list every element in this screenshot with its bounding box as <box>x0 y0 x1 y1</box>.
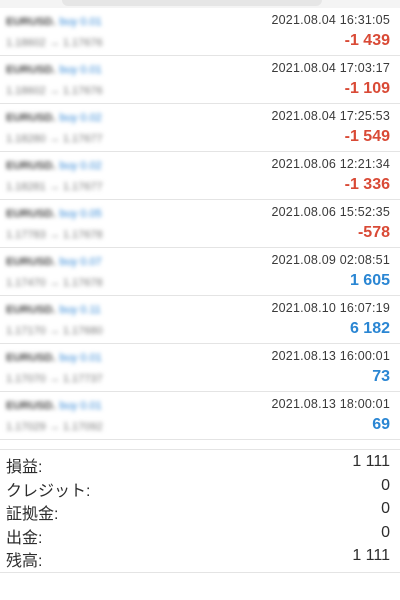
summary-credit-row: クレジット: 0 <box>0 474 400 500</box>
trade-symbol: EURUSD. <box>6 352 56 364</box>
trade-side: buy 0.05 <box>59 208 102 220</box>
trade-prices: 1.17070 → 1.17737 <box>6 373 103 385</box>
trade-side: buy 0.01 <box>59 400 102 412</box>
summary-balance-row: 残高: 1 111 <box>0 544 400 570</box>
trade-symbol: EURUSD. <box>6 256 56 268</box>
trade-profit: -1 336 <box>344 176 390 193</box>
summary-profit-row: 損益: 1 111 <box>0 450 400 476</box>
top-bar <box>0 0 400 8</box>
trade-profit: 6 182 <box>349 320 390 337</box>
trade-symbol-line: EURUSD. buy 0.11 <box>6 303 101 317</box>
trade-side: buy 0.01 <box>59 352 102 364</box>
trade-row[interactable]: EURUSD. buy 0.01 1.18602 → 1.17676 2021.0… <box>0 56 400 104</box>
trade-profit: 1 605 <box>349 272 390 289</box>
summary-deposit-value: 0 <box>381 500 390 517</box>
trade-row[interactable]: EURUSD. buy 0.01 1.18602 → 1.17676 2021.0… <box>0 8 400 56</box>
trade-symbol-line: EURUSD. buy 0.01 <box>6 63 102 77</box>
trade-symbol-line: EURUSD. buy 0.01 <box>6 351 102 365</box>
trade-symbol-line: EURUSD. buy 0.07 <box>6 255 102 269</box>
trade-symbol-line: EURUSD. buy 0.02 <box>6 159 102 173</box>
summary-balance-value: 1 111 <box>352 547 390 564</box>
trade-profit: -1 439 <box>344 32 390 49</box>
trade-side: buy 0.02 <box>59 112 102 124</box>
trade-profit: 73 <box>372 368 390 385</box>
trade-symbol-line: EURUSD. buy 0.02 <box>6 111 102 125</box>
trade-row[interactable]: EURUSD. buy 0.01 1.17029 → 1.17092 2021.0… <box>0 392 400 440</box>
summary-credit-value: 0 <box>381 476 390 494</box>
trade-row[interactable]: EURUSD. buy 0.07 1.17470 → 1.17678 2021.0… <box>0 248 400 296</box>
trade-profit: -1 109 <box>344 80 390 97</box>
trade-time: 2021.08.06 15:52:35 <box>271 205 390 219</box>
trade-symbol-line: EURUSD. buy 0.01 <box>6 15 102 29</box>
trade-side: buy 0.01 <box>59 16 102 28</box>
trade-time: 2021.08.06 12:21:34 <box>271 157 390 171</box>
trade-prices: 1.17783 → 1.17678 <box>6 229 103 241</box>
trade-time: 2021.08.09 02:08:51 <box>271 253 390 267</box>
trade-symbol: EURUSD. <box>6 160 56 172</box>
trade-row[interactable]: EURUSD. buy 0.02 1.18281 → 1.17677 2021.0… <box>0 152 400 200</box>
summary-withdrawal-value: 0 <box>381 523 390 541</box>
trade-prices: 1.17029 → 1.17092 <box>6 421 103 433</box>
trade-symbol: EURUSD. <box>6 64 56 76</box>
trade-side: buy 0.07 <box>59 256 102 268</box>
trade-row[interactable]: EURUSD. buy 0.11 1.17170 → 1.17680 2021.0… <box>0 296 400 344</box>
trade-prices: 1.18281 → 1.17677 <box>6 181 103 193</box>
summary-deposit-row: 証拠金: 0 <box>0 497 400 523</box>
trade-history-list: EURUSD. buy 0.01 1.18602 → 1.17676 2021.0… <box>0 8 400 440</box>
search-pill[interactable] <box>62 0 322 6</box>
trade-row[interactable]: EURUSD. buy 0.02 1.18280 → 1.17677 2021.0… <box>0 104 400 152</box>
trade-symbol: EURUSD. <box>6 112 56 124</box>
trade-time: 2021.08.10 16:07:19 <box>271 301 390 315</box>
trade-row[interactable]: EURUSD. buy 0.05 1.17783 → 1.17678 2021.0… <box>0 200 400 248</box>
trade-side: buy 0.01 <box>59 64 102 76</box>
trade-profit: -1 549 <box>344 128 390 145</box>
divider <box>0 572 400 573</box>
summary-balance-label: 残高: <box>6 553 43 570</box>
trade-prices: 1.18280 → 1.17677 <box>6 133 103 145</box>
trade-time: 2021.08.04 16:31:05 <box>271 13 390 27</box>
trade-prices: 1.18602 → 1.17676 <box>6 85 103 97</box>
trade-time: 2021.08.04 17:25:53 <box>271 109 390 123</box>
trade-symbol: EURUSD. <box>6 304 56 316</box>
trade-symbol: EURUSD. <box>6 208 56 220</box>
trade-symbol-line: EURUSD. buy 0.05 <box>6 207 102 221</box>
trade-side: buy 0.02 <box>59 160 102 172</box>
trade-row[interactable]: EURUSD. buy 0.01 1.17070 → 1.17737 2021.0… <box>0 344 400 392</box>
trade-profit: -578 <box>357 224 390 241</box>
trade-symbol-line: EURUSD. buy 0.01 <box>6 399 102 413</box>
trade-symbol: EURUSD. <box>6 16 56 28</box>
summary-withdrawal-row: 出金: 0 <box>0 521 400 547</box>
trade-time: 2021.08.13 18:00:01 <box>271 397 390 411</box>
trade-time: 2021.08.04 17:03:17 <box>271 61 390 75</box>
trade-time: 2021.08.13 16:00:01 <box>271 349 390 363</box>
trade-prices: 1.17170 → 1.17680 <box>6 325 103 337</box>
summary-profit-value: 1 111 <box>352 453 390 470</box>
trade-profit: 69 <box>372 416 390 433</box>
trade-prices: 1.18602 → 1.17676 <box>6 37 103 49</box>
trade-prices: 1.17470 → 1.17678 <box>6 277 103 289</box>
trade-symbol: EURUSD. <box>6 400 56 412</box>
account-summary: 損益: 1 111 クレジット: 0 証拠金: 0 出金: 0 残高: 1 11… <box>0 449 400 570</box>
trade-side: buy 0.11 <box>59 304 101 316</box>
